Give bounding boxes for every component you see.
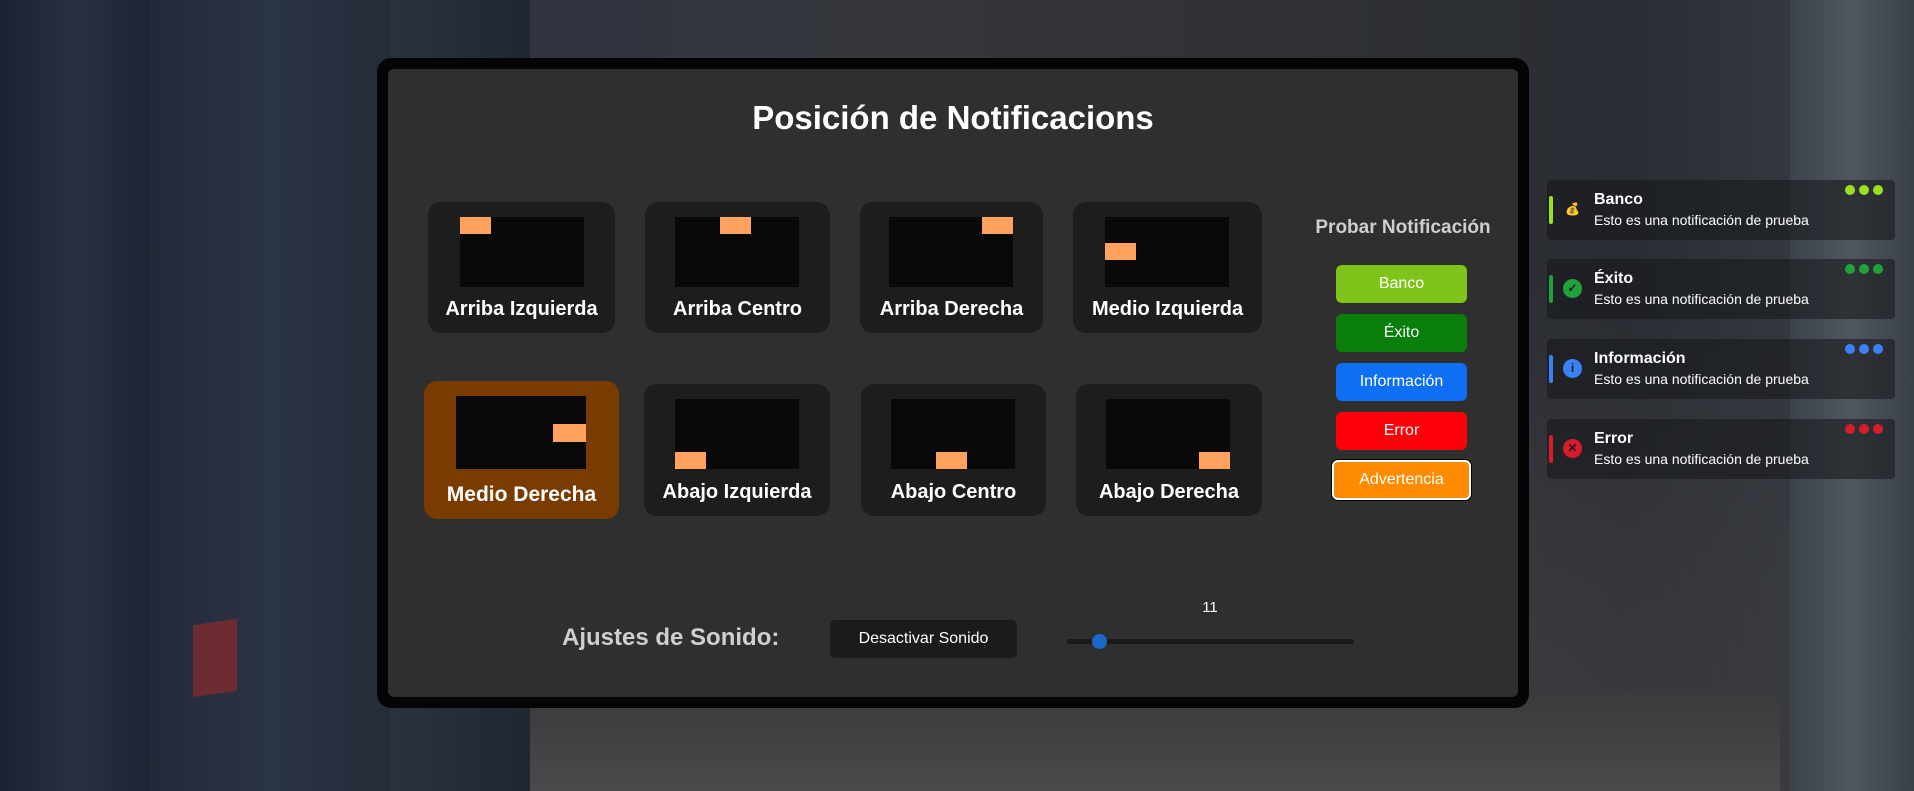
volume-slider-thumb[interactable]	[1091, 634, 1107, 649]
notification-message: Esto es una notificación de prueba	[1594, 291, 1809, 307]
notification-marker	[1199, 452, 1230, 469]
background-wall	[0, 0, 150, 791]
notification-title: Éxito	[1594, 270, 1634, 287]
notification-dots	[1841, 261, 1883, 279]
test-warning-button[interactable]: Advertencia	[1332, 460, 1471, 500]
notification-title: Error	[1594, 430, 1634, 447]
position-label: Arriba Izquierda	[445, 298, 598, 320]
position-label: Abajo Izquierda	[662, 481, 812, 503]
position-label: Abajo Centro	[890, 481, 1017, 503]
position-card-bottom-center[interactable]: Abajo Centro	[861, 384, 1046, 516]
test-success-button[interactable]: Éxito	[1336, 314, 1467, 352]
money-bag-icon: 💰	[1565, 202, 1580, 216]
position-card-top-center[interactable]: Arriba Centro	[645, 202, 830, 333]
test-notification-title: Probar Notificación	[1315, 217, 1491, 238]
notification-marker	[982, 217, 1013, 234]
notification-title: Información	[1594, 350, 1686, 367]
notification-marker	[936, 452, 967, 469]
check-circle-icon: ✓	[1563, 279, 1582, 298]
modal-title: Posición de Notificacions	[752, 99, 1154, 136]
info-circle-icon: i	[1563, 359, 1582, 378]
notification-marker	[460, 217, 491, 234]
position-label: Arriba Centro	[673, 298, 802, 320]
notification-marker	[553, 424, 586, 442]
notification-accent-bar	[1549, 196, 1553, 224]
position-card-bottom-right[interactable]: Abajo Derecha	[1076, 384, 1262, 516]
test-error-button[interactable]: Error	[1336, 412, 1467, 450]
test-info-button[interactable]: Información	[1336, 363, 1467, 401]
notification-message: Esto es una notificación de prueba	[1594, 212, 1809, 228]
notification-info: i Información Esto es una notificación d…	[1547, 339, 1895, 399]
notification-marker	[675, 452, 706, 469]
position-card-bottom-left[interactable]: Abajo Izquierda	[644, 384, 830, 516]
position-label: Medio Izquierda	[1091, 298, 1244, 320]
background-warning-sign	[193, 618, 237, 698]
position-preview	[889, 217, 1013, 287]
position-preview	[675, 399, 799, 469]
position-preview	[1106, 399, 1230, 469]
notification-dots	[1841, 182, 1883, 200]
position-preview	[891, 399, 1015, 469]
position-label: Arriba Derecha	[879, 298, 1024, 320]
position-label: Medio Derecha	[446, 483, 597, 506]
sound-settings-label: Ajustes de Sonido:	[562, 624, 780, 651]
test-bank-button[interactable]: Banco	[1336, 265, 1467, 303]
background-pillar	[150, 0, 390, 791]
position-label: Abajo Derecha	[1098, 481, 1240, 503]
notification-accent-bar	[1549, 275, 1553, 303]
position-preview	[675, 217, 799, 287]
notification-marker	[720, 217, 751, 234]
position-preview	[1105, 217, 1229, 287]
position-card-top-left[interactable]: Arriba Izquierda	[428, 202, 615, 333]
position-card-middle-left[interactable]: Medio Izquierda	[1073, 202, 1262, 333]
position-preview	[460, 217, 584, 287]
volume-slider[interactable]	[1067, 634, 1354, 649]
position-preview	[456, 396, 586, 469]
notification-accent-bar	[1549, 435, 1553, 463]
close-circle-icon: ✕	[1563, 439, 1582, 458]
notification-marker	[1105, 243, 1136, 260]
notification-success: ✓ Éxito Esto es una notificación de prue…	[1547, 259, 1895, 319]
notification-error: ✕ Error Esto es una notificación de prue…	[1547, 419, 1895, 479]
notification-bank: 💰 Banco Esto es una notificación de prue…	[1547, 180, 1895, 240]
position-card-middle-right[interactable]: Medio Derecha	[424, 381, 619, 519]
mute-sound-button[interactable]: Desactivar Sonido	[830, 620, 1017, 658]
notification-accent-bar	[1549, 355, 1553, 383]
notification-dots	[1841, 341, 1883, 359]
volume-value: 11	[1202, 599, 1218, 616]
notification-dots	[1841, 421, 1883, 439]
position-card-top-right[interactable]: Arriba Derecha	[860, 202, 1043, 333]
notification-title: Banco	[1594, 191, 1643, 208]
notification-message: Esto es una notificación de prueba	[1594, 371, 1809, 387]
notification-message: Esto es una notificación de prueba	[1594, 451, 1809, 467]
